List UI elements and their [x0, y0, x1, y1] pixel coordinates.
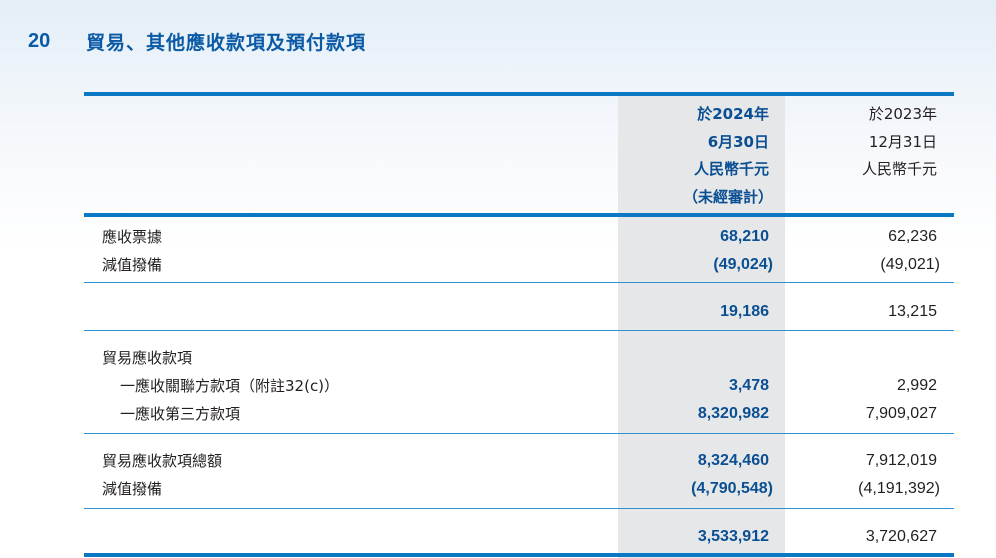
- rule-1: [84, 282, 954, 283]
- row-label-third-party: 一應收第三方款項: [120, 405, 241, 423]
- rule-2: [84, 330, 954, 331]
- financial-table: 於2024年 6月30日 人民幣千元 （未經審計） 於2023年 12月31日 …: [84, 92, 954, 558]
- rule-4: [84, 508, 954, 509]
- row-current-impairment-1: (49,024): [713, 256, 773, 273]
- row-previous-impairment-1: (49,021): [880, 256, 940, 273]
- row-label-related-party: 一應收關聯方款項（附註32(c)）: [120, 377, 340, 395]
- header-current-unaudited: （未經審計）: [682, 188, 773, 206]
- row-label-gross-trade-receivables: 貿易應收款項總額: [102, 452, 223, 470]
- row-previous-subtotal-1: 13,215: [888, 303, 937, 320]
- row-current-notes-receivable: 68,210: [720, 228, 769, 245]
- row-previous-third-party: 7,909,027: [865, 405, 937, 422]
- table-top-rule: [84, 92, 954, 96]
- row-current-related-party: 3,478: [728, 377, 769, 394]
- row-label-notes-receivable: 應收票據: [102, 228, 163, 246]
- header-previous-unit: 人民幣千元: [861, 160, 937, 178]
- row-previous-impairment-2: (4,191,392): [858, 480, 940, 497]
- rule-3: [84, 433, 954, 434]
- row-label-impairment-1: 減值撥備: [102, 256, 163, 274]
- row-label-impairment-2: 減值撥備: [102, 480, 163, 498]
- header-current-date: 6月30日: [707, 133, 769, 151]
- table-bottom-rule: [84, 553, 954, 557]
- row-current-third-party: 8,320,982: [697, 405, 769, 422]
- note-title: 貿易、其他應收款項及預付款項: [86, 32, 367, 54]
- row-previous-gross-trade-receivables: 7,912,019: [865, 452, 937, 469]
- header-current-unit: 人民幣千元: [693, 160, 769, 178]
- row-current-gross-trade-receivables: 8,324,460: [697, 452, 769, 469]
- row-previous-notes-receivable: 62,236: [888, 228, 937, 245]
- header-previous-date: 12月31日: [868, 133, 937, 151]
- row-previous-total: 3,720,627: [865, 528, 937, 545]
- row-previous-related-party: 2,992: [896, 377, 937, 394]
- header-current-year: 於2024年: [697, 105, 769, 123]
- row-label-trade-receivables: 貿易應收款項: [102, 349, 193, 367]
- note-number: 20: [28, 30, 51, 52]
- header-bottom-rule: [84, 213, 954, 217]
- row-current-impairment-2: (4,790,548): [691, 480, 773, 497]
- header-previous-year: 於2023年: [868, 105, 937, 123]
- row-current-total: 3,533,912: [697, 528, 769, 545]
- row-current-subtotal-1: 19,186: [720, 303, 769, 320]
